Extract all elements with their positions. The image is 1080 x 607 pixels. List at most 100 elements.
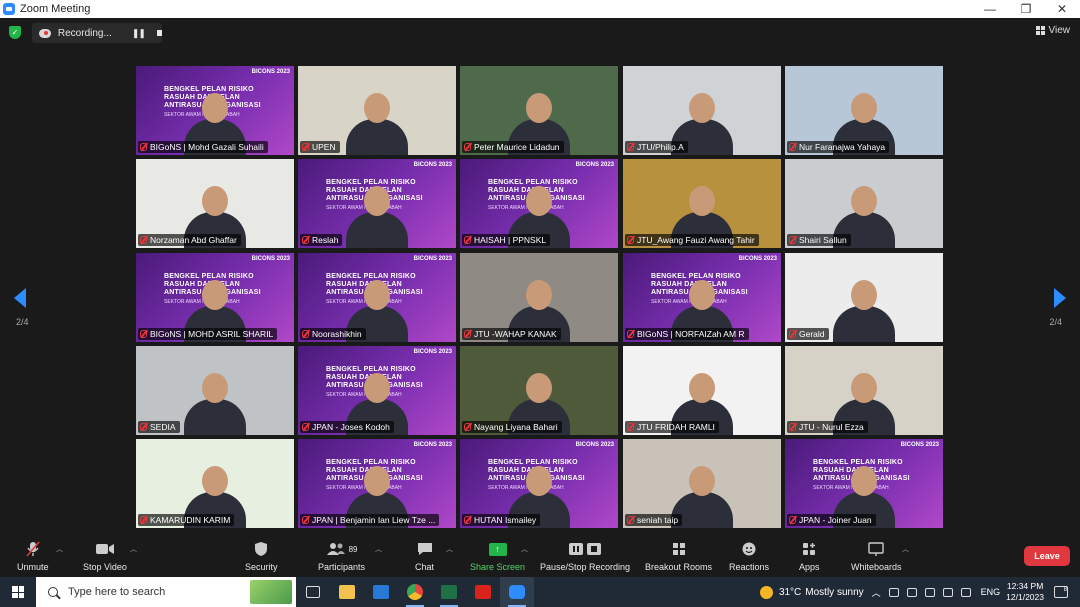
whiteboard-icon: [868, 541, 884, 557]
video-tile[interactable]: KAMARUDIN KARIM: [136, 439, 294, 528]
video-tile[interactable]: BICONS 2023BENGKEL PELAN RISIKO RASUAH D…: [298, 346, 456, 435]
participant-name: UPEN: [312, 142, 336, 152]
close-button[interactable]: ✕: [1044, 0, 1080, 18]
search-icon: [48, 587, 58, 597]
zoom-taskbar-icon[interactable]: [500, 577, 534, 607]
video-tile[interactable]: BICONS 2023BENGKEL PELAN RISIKO RASUAH D…: [785, 439, 943, 528]
participant-name: JTU_Awang Fauzi Awang Tahir: [637, 235, 755, 245]
share-screen-button[interactable]: ↑ Share Screen: [470, 541, 525, 572]
encryption-shield-icon[interactable]: ✓: [9, 26, 21, 39]
pause-stop-icons: [568, 541, 602, 557]
audio-options-caret-icon[interactable]: ︿: [56, 544, 63, 554]
video-tile[interactable]: JTU_Awang Fauzi Awang Tahir: [623, 159, 781, 248]
acrobat-icon[interactable]: [466, 577, 500, 607]
display-icon[interactable]: [924, 587, 935, 597]
event-tag: BICONS 2023: [575, 162, 614, 168]
participant-name-label: JTU - Nurul Ezza: [787, 421, 868, 433]
previous-page-arrow-icon[interactable]: [14, 288, 26, 308]
breakout-rooms-button[interactable]: Breakout Rooms: [645, 541, 712, 572]
video-options-caret-icon[interactable]: ︿: [130, 544, 137, 554]
muted-mic-icon: [140, 143, 147, 151]
video-tile[interactable]: Peter Maurice Lidadun: [460, 66, 618, 155]
video-tile[interactable]: Gerald: [785, 253, 943, 342]
video-tile[interactable]: JTU FRIDAH RAMLI: [623, 346, 781, 435]
participant-name: Norzaman Abd Ghaffar: [150, 235, 237, 245]
task-view-icon[interactable]: [296, 577, 330, 607]
whiteboards-options-caret-icon[interactable]: ︿: [902, 544, 909, 554]
video-tile[interactable]: BICONS 2023BENGKEL PELAN RISIKO RASUAH D…: [298, 253, 456, 342]
video-tile[interactable]: UPEN: [298, 66, 456, 155]
zoom-icon: [3, 3, 15, 15]
video-tile[interactable]: BICONS 2023BENGKEL PELAN RISIKO RASUAH D…: [136, 66, 294, 155]
taskbar-clock[interactable]: 12:34 PM 12/1/2023: [1006, 581, 1044, 603]
recording-label: Recording...: [57, 27, 112, 39]
security-label: Security: [245, 562, 278, 572]
teams-icon[interactable]: [906, 587, 917, 597]
participant-name: seniah taip: [637, 515, 679, 525]
apps-button[interactable]: Apps: [799, 541, 820, 572]
event-tag: BICONS 2023: [413, 442, 452, 448]
participants-options-caret-icon[interactable]: ︿: [375, 544, 382, 554]
security-button[interactable]: Security: [245, 541, 278, 572]
participant-name: KAMARUDIN KARIM: [150, 515, 231, 525]
unmute-button[interactable]: Unmute: [17, 541, 49, 572]
chrome-icon[interactable]: [398, 577, 432, 607]
taskbar-search-box[interactable]: Type here to search: [36, 577, 296, 607]
language-indicator[interactable]: ENG: [981, 587, 1001, 597]
mail-icon[interactable]: [364, 577, 398, 607]
event-tag: BICONS 2023: [900, 442, 939, 448]
show-hidden-icons-chevron-icon[interactable]: ︿: [872, 586, 881, 599]
maximize-button[interactable]: ❐: [1008, 0, 1044, 18]
onedrive-icon[interactable]: [888, 587, 899, 597]
participant-name: HUTAN Ismailey: [474, 515, 537, 525]
notifications-icon[interactable]: 8: [1054, 586, 1068, 598]
view-button[interactable]: View: [1035, 25, 1070, 36]
participants-count: 89: [348, 544, 358, 554]
chat-button[interactable]: Chat: [415, 541, 434, 572]
video-tile[interactable]: Norzaman Abd Ghaffar: [136, 159, 294, 248]
share-options-caret-icon[interactable]: ︿: [521, 544, 528, 554]
file-explorer-icon[interactable]: [330, 577, 364, 607]
pause-recording-button[interactable]: ❚❚: [132, 28, 146, 39]
muted-mic-icon: [140, 516, 147, 524]
participant-name-label: JTU -WAHAP KANAK: [462, 328, 561, 340]
video-tile[interactable]: SEDIA: [136, 346, 294, 435]
participant-name-label: BIGoNS | Mohd Gazali Suhaili: [138, 141, 268, 153]
participant-name: JTU FRIDAH RAMLI: [637, 422, 715, 432]
video-tile[interactable]: BICONS 2023BENGKEL PELAN RISIKO RASUAH D…: [136, 253, 294, 342]
video-tile[interactable]: BICONS 2023BENGKEL PELAN RISIKO RASUAH D…: [623, 253, 781, 342]
video-tile[interactable]: JTU -WAHAP KANAK: [460, 253, 618, 342]
minimize-button[interactable]: —: [972, 0, 1008, 18]
video-tile[interactable]: JTU/Philip.A: [623, 66, 781, 155]
chat-label: Chat: [415, 562, 435, 572]
volume-icon[interactable]: [960, 587, 971, 597]
muted-microphone-icon: [26, 541, 40, 557]
pause-stop-recording-button[interactable]: Pause/Stop Recording: [540, 541, 630, 572]
wifi-icon[interactable]: [942, 587, 953, 597]
muted-mic-icon: [302, 236, 309, 244]
chat-options-caret-icon[interactable]: ︿: [446, 544, 453, 554]
video-tile[interactable]: BICONS 2023BENGKEL PELAN RISIKO RASUAH D…: [460, 159, 618, 248]
breakout-rooms-label: Breakout Rooms: [645, 562, 713, 572]
excel-icon[interactable]: [432, 577, 466, 607]
stop-video-button[interactable]: Stop Video: [83, 541, 127, 572]
weather-condition[interactable]: Mostly sunny: [805, 587, 863, 598]
leave-button[interactable]: Leave: [1024, 546, 1070, 566]
video-tile[interactable]: BICONS 2023BENGKEL PELAN RISIKO RASUAH D…: [460, 439, 618, 528]
video-tile[interactable]: JTU - Nurul Ezza: [785, 346, 943, 435]
video-tile[interactable]: Shairi Sallun: [785, 159, 943, 248]
video-tile[interactable]: Nur Faranajwa Yahaya: [785, 66, 943, 155]
video-tile[interactable]: BICONS 2023BENGKEL PELAN RISIKO RASUAH D…: [298, 159, 456, 248]
stop-recording-button[interactable]: [156, 30, 162, 36]
share-screen-label: Share Screen: [470, 562, 526, 572]
participants-button[interactable]: 89 Participants: [318, 541, 365, 572]
temperature[interactable]: 31°C: [779, 587, 801, 598]
reactions-button[interactable]: Reactions: [729, 541, 769, 572]
video-tile[interactable]: Nayang Liyana Bahari: [460, 346, 618, 435]
next-page-arrow-icon[interactable]: [1054, 288, 1066, 308]
video-tile[interactable]: BICONS 2023BENGKEL PELAN RISIKO RASUAH D…: [298, 439, 456, 528]
video-tile[interactable]: seniah taip: [623, 439, 781, 528]
windows-start-icon[interactable]: [0, 577, 36, 607]
participant-name: BIGoNS | MOHD ASRIL SHARIL: [150, 329, 274, 339]
whiteboards-button[interactable]: Whiteboards: [851, 541, 902, 572]
